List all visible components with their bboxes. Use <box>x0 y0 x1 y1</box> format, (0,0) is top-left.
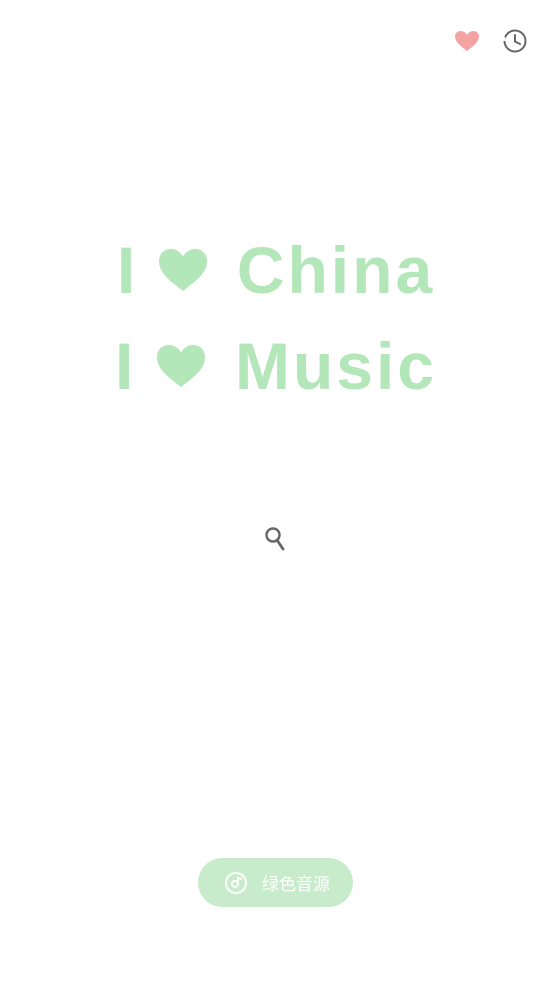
heart-icon <box>155 343 219 389</box>
green-source-label: 绿色音源 <box>262 875 330 895</box>
heart-icon <box>455 31 479 51</box>
slogan-word: China <box>236 233 436 307</box>
history-button[interactable] <box>502 28 528 54</box>
clock-icon <box>503 29 527 53</box>
favorites-button[interactable] <box>454 28 480 54</box>
disc-icon <box>224 871 248 895</box>
slogan-word: Music <box>234 329 438 403</box>
heart-icon <box>157 247 221 293</box>
search-icon <box>265 527 285 551</box>
hero-slogan: I China I Music <box>0 222 552 414</box>
slogan-line-china: I China <box>117 222 435 318</box>
slogan-line-music: I Music <box>115 318 437 414</box>
green-source-button[interactable]: 绿色音源 <box>198 858 353 907</box>
top-toolbar <box>454 28 528 54</box>
slogan-pronoun: I <box>114 329 137 403</box>
search-button[interactable] <box>262 525 290 553</box>
slogan-pronoun: I <box>116 233 139 307</box>
